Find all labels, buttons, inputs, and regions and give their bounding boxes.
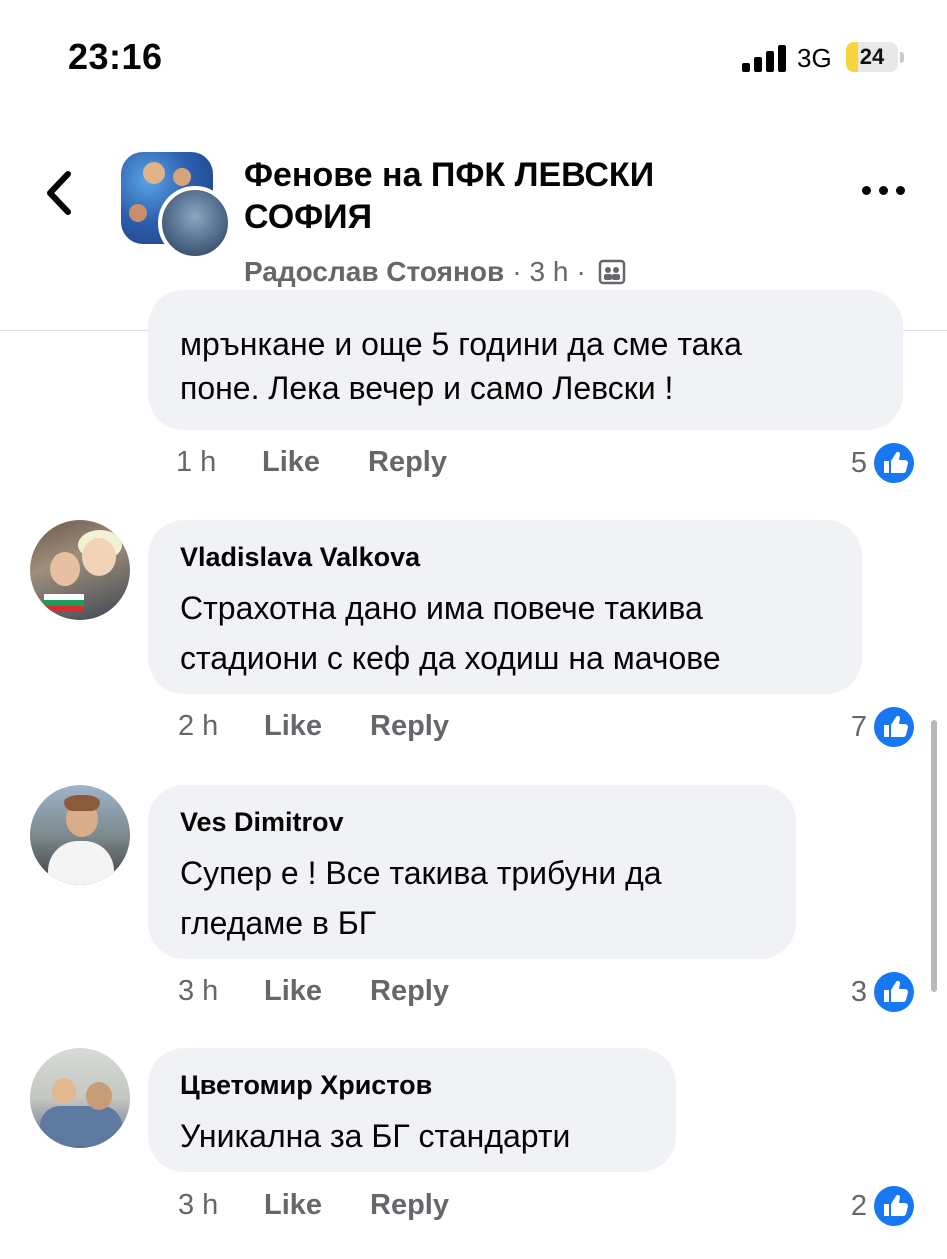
comment-text-line: Страхотна дано има повече такива	[180, 590, 703, 626]
comment-actions: 3 h Like Reply	[178, 1189, 578, 1229]
network-type: 3G	[797, 43, 832, 73]
comment-bubble: мрънкане и още 5 години да сме така поне…	[148, 290, 903, 430]
comment-age[interactable]: 1 h	[176, 446, 216, 479]
comment-text-line: поне. Лека вечер и само Левски !	[180, 370, 674, 406]
reply-button[interactable]: Reply	[370, 975, 449, 1008]
clock: 23:16	[68, 36, 163, 77]
comment-author[interactable]: Цветомир Христов	[180, 1070, 432, 1101]
reaction-count: 3	[850, 975, 867, 1008]
like-reaction-icon	[874, 972, 914, 1012]
comment-age[interactable]: 3 h	[178, 1189, 218, 1222]
commenter-avatar[interactable]	[30, 785, 130, 885]
reaction-summary[interactable]: 5	[851, 441, 915, 485]
group-privacy-icon	[598, 259, 626, 285]
reaction-summary[interactable]: 7	[851, 705, 915, 749]
chevron-left-icon	[47, 171, 71, 215]
like-reaction-icon	[874, 707, 914, 747]
like-button[interactable]: Like	[264, 710, 322, 743]
reaction-summary[interactable]: 3	[851, 970, 915, 1014]
like-button[interactable]: Like	[264, 1189, 322, 1222]
author-avatar[interactable]	[158, 186, 232, 260]
status-bar: 23:16 3G 24	[0, 0, 947, 110]
battery-icon: 24	[846, 42, 904, 74]
meta-separator: ·	[512, 256, 522, 287]
post-time[interactable]: 3 h	[530, 256, 569, 288]
reply-button[interactable]: Reply	[368, 446, 447, 479]
comment-actions: 2 h Like Reply	[178, 710, 578, 750]
reply-button[interactable]: Reply	[370, 710, 449, 743]
comment-actions: 3 h Like Reply	[178, 975, 578, 1015]
meta-separator-2: ·	[576, 256, 586, 287]
comment-actions: 1 h Like Reply	[176, 446, 576, 486]
reaction-count: 5	[850, 446, 867, 479]
comment-bubble: Цветомир Христов Уникална за БГ стандарт…	[148, 1048, 676, 1172]
battery-level: 24	[859, 44, 885, 69]
post-meta: Радослав Стоянов · 3 h ·	[244, 256, 626, 288]
like-reaction-icon	[874, 443, 914, 483]
group-name[interactable]: Фенове на ПФК ЛЕВСКИ СОФИЯ	[244, 154, 784, 238]
comment-text-line: Уникална за БГ стандарти	[180, 1118, 571, 1154]
comment-bubble: Ves Dimitrov Супер е ! Все такива трибун…	[148, 785, 796, 959]
reaction-summary[interactable]: 2	[851, 1184, 915, 1228]
commenter-avatar[interactable]	[30, 520, 130, 620]
comment-author[interactable]: Vladislava Valkova	[180, 542, 420, 573]
like-button[interactable]: Like	[262, 446, 320, 479]
reaction-count: 7	[850, 710, 867, 743]
like-reaction-icon	[874, 1186, 914, 1226]
comment-age[interactable]: 3 h	[178, 975, 218, 1008]
comment-text-line: стадиони с кеф да ходиш на мачове	[180, 640, 721, 676]
comment-bubble: Vladislava Valkova Страхотна дано има по…	[148, 520, 862, 694]
more-button[interactable]	[860, 180, 910, 200]
reaction-count: 2	[850, 1189, 867, 1222]
comment-text-line: гледаме в БГ	[180, 905, 377, 941]
comment-text-line: Супер е ! Все такива трибуни да	[180, 855, 662, 891]
signal-icon	[742, 44, 786, 72]
post-author[interactable]: Радослав Стоянов	[244, 256, 504, 288]
comment-author[interactable]: Ves Dimitrov	[180, 807, 344, 838]
like-button[interactable]: Like	[264, 975, 322, 1008]
commenter-avatar[interactable]	[30, 1048, 130, 1148]
back-button[interactable]	[38, 160, 84, 226]
reply-button[interactable]: Reply	[370, 1189, 449, 1222]
scrollbar[interactable]	[931, 720, 937, 992]
comment-age[interactable]: 2 h	[178, 710, 218, 743]
